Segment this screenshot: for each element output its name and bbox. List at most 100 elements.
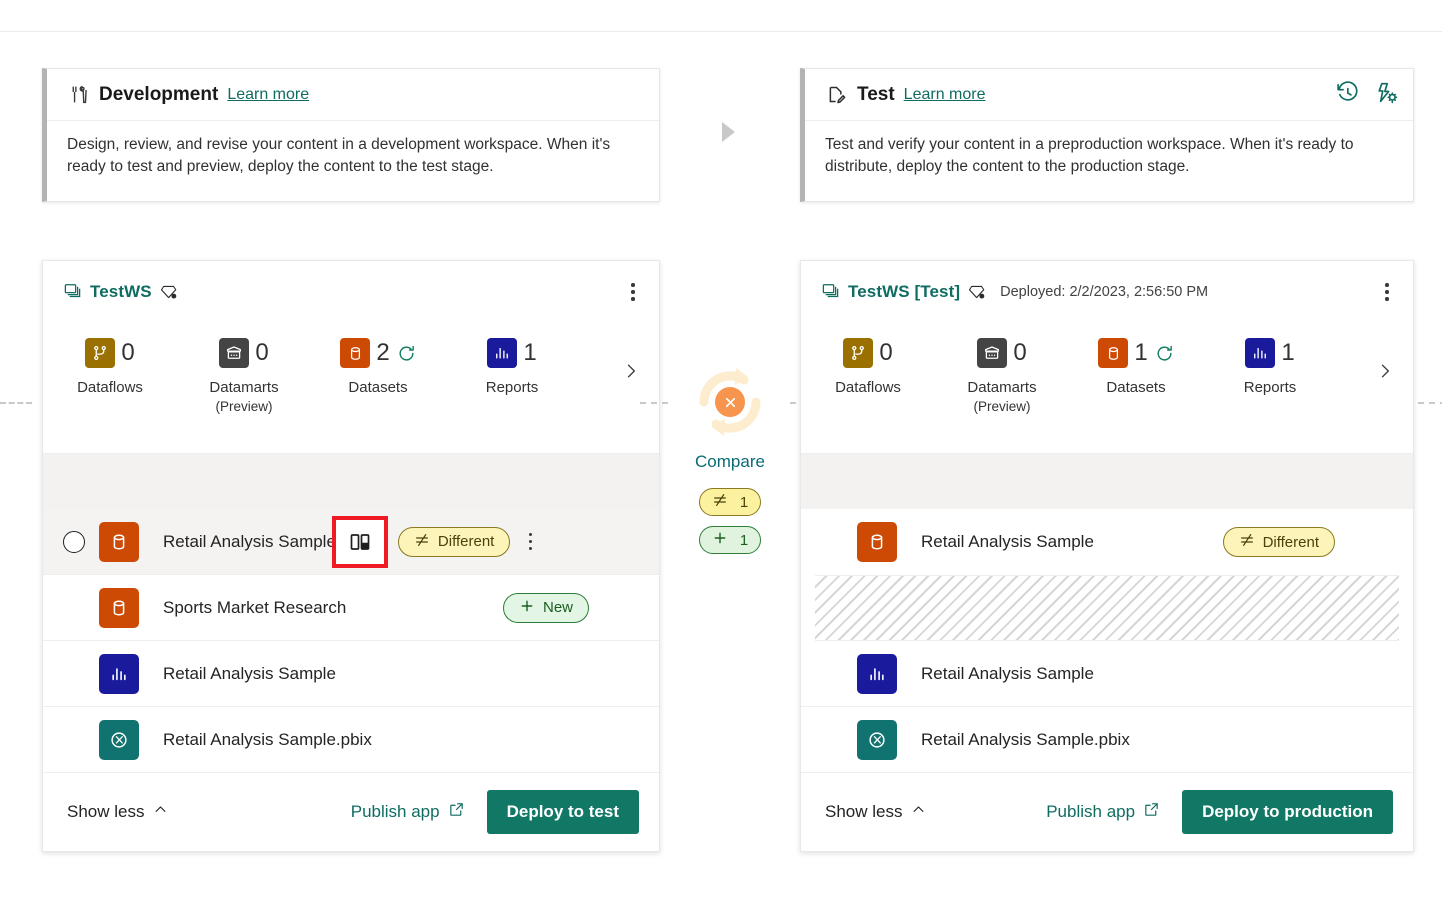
item-name: Sports Market Research [163, 598, 346, 618]
publish-app-label: Publish app [1046, 802, 1135, 822]
stat-label: Datamarts [967, 377, 1036, 399]
status-label: New [543, 599, 573, 616]
stat-datasets[interactable]: 1 Datasets [1069, 337, 1203, 399]
stage-header-actions [1335, 80, 1399, 110]
workspace-header: TestWS [Test] Deployed: 2/2/2023, 2:56:5… [801, 261, 1413, 323]
stats-next-chevron-icon[interactable] [1375, 357, 1395, 390]
workspace-toolbar [801, 453, 1413, 509]
plus-icon [519, 598, 535, 618]
dataset-icon [99, 588, 139, 628]
item-name: Retail Analysis Sample.pbix [163, 730, 372, 750]
compare-label[interactable]: Compare [695, 452, 765, 472]
stat-label: Dataflows [835, 377, 901, 399]
table-row[interactable]: Retail Analysis Sample [43, 641, 659, 707]
stat-count: 0 [1013, 341, 1026, 365]
dataflow-icon [843, 338, 873, 368]
stat-datamarts[interactable]: 0 Datamarts (Preview) [935, 337, 1069, 414]
stage-header-development: Development Learn more [47, 69, 659, 121]
chevron-up-icon [911, 802, 926, 822]
item-more-options-button[interactable] [520, 530, 540, 554]
stat-label: Datasets [348, 377, 407, 399]
stat-label: Reports [1244, 377, 1297, 399]
table-row[interactable]: Retail Analysis Sample Different [43, 509, 659, 575]
report-icon [99, 654, 139, 694]
stage-description: Design, review, and revise your content … [47, 121, 659, 179]
status-badge: New [503, 593, 589, 623]
publish-app-label: Publish app [351, 802, 440, 822]
table-row[interactable]: Sports Market Research New [43, 575, 659, 641]
item-name: Retail Analysis Sample [921, 664, 1094, 684]
top-divider [0, 31, 1442, 32]
workspace-more-options-button[interactable] [623, 280, 643, 304]
deploy-button[interactable]: Deploy to test [487, 790, 639, 834]
report-icon [487, 338, 517, 368]
status-badge: Different [398, 527, 510, 557]
deployed-timestamp: Deployed: 2/2/2023, 2:56:50 PM [1000, 284, 1208, 300]
workspace-stats: 0 Dataflows 0 Datamarts (Preview) [801, 323, 1413, 453]
stage-card-development: Development Learn more Design, review, a… [42, 68, 660, 202]
item-name: Retail Analysis Sample [921, 532, 1094, 552]
stat-count: 0 [121, 341, 134, 365]
learn-more-link[interactable]: Learn more [904, 86, 986, 104]
refresh-icon[interactable] [397, 344, 416, 363]
deployment-history-icon[interactable] [1335, 80, 1360, 110]
publish-app-button[interactable]: Publish app [1046, 801, 1160, 823]
show-less-label: Show less [825, 802, 902, 822]
stats-next-chevron-icon[interactable] [621, 357, 641, 390]
report-icon [1245, 338, 1275, 368]
stat-reports[interactable]: 1 Reports [1203, 337, 1337, 399]
workspace-name[interactable]: TestWS [Test] [848, 282, 960, 302]
compare-different-badge: 1 [699, 488, 761, 516]
stat-sublabel: (Preview) [215, 399, 272, 414]
workspace-content-list: Retail Analysis Sample Different Retail … [801, 509, 1413, 773]
chevron-up-icon [153, 802, 168, 822]
workspace-footer: Show less Publish app Deploy to producti… [801, 773, 1413, 851]
show-less-button[interactable]: Show less [825, 802, 926, 822]
table-row[interactable]: Retail Analysis Sample [801, 641, 1413, 707]
pbix-icon [857, 720, 897, 760]
clipboard-pencil-icon [825, 84, 847, 106]
datamart-icon [977, 338, 1007, 368]
table-row[interactable]: Retail Analysis Sample Different [801, 509, 1413, 575]
stat-datamarts[interactable]: 0 Datamarts (Preview) [177, 337, 311, 414]
stat-dataflows[interactable]: 0 Dataflows [801, 337, 935, 399]
workspace-footer: Show less Publish app Deploy to test [43, 773, 659, 851]
stat-datasets[interactable]: 2 Datasets [311, 337, 445, 399]
stage-title: Test [857, 84, 895, 106]
workspace-card-test: TestWS [Test] Deployed: 2/2/2023, 2:56:5… [800, 260, 1414, 852]
deployment-settings-icon[interactable] [1374, 80, 1399, 110]
show-less-button[interactable]: Show less [67, 802, 168, 822]
stat-count: 0 [879, 341, 892, 365]
publish-app-button[interactable]: Publish app [351, 801, 465, 823]
stat-count: 2 [376, 341, 389, 365]
compare-badges: 1 1 [699, 488, 761, 554]
datamart-icon [219, 338, 249, 368]
stage-card-test: Test Learn more Test and verify your con… [800, 68, 1414, 202]
report-icon [857, 654, 897, 694]
premium-capacity-icon [160, 283, 178, 301]
status-badge: Different [1223, 527, 1335, 557]
stage-description: Test and verify your content in a prepro… [805, 121, 1413, 179]
compare-different-count: 1 [740, 494, 748, 511]
stage-title: Development [99, 84, 218, 106]
compare-items-button[interactable] [336, 520, 384, 564]
learn-more-link[interactable]: Learn more [227, 86, 309, 104]
table-row[interactable]: Retail Analysis Sample.pbix [801, 707, 1413, 773]
refresh-icon[interactable] [1155, 344, 1174, 363]
workspace-name[interactable]: TestWS [90, 282, 152, 302]
row-select-checkbox[interactable] [63, 531, 85, 553]
table-row[interactable]: Retail Analysis Sample.pbix [43, 707, 659, 773]
plus-icon [712, 530, 728, 550]
stat-reports[interactable]: 1 Reports [445, 337, 579, 399]
deploy-button[interactable]: Deploy to production [1182, 790, 1393, 834]
external-link-icon [448, 801, 465, 823]
premium-capacity-icon [968, 283, 986, 301]
workspace-more-options-button[interactable] [1377, 280, 1397, 304]
pipeline-connector-right [1418, 402, 1442, 404]
stat-dataflows[interactable]: 0 Dataflows [43, 337, 177, 399]
tools-icon [67, 84, 89, 106]
pipeline-connector-left [0, 402, 32, 404]
show-less-label: Show less [67, 802, 144, 822]
stat-count: 1 [1281, 341, 1294, 365]
stage-header-test: Test Learn more [805, 69, 1413, 121]
